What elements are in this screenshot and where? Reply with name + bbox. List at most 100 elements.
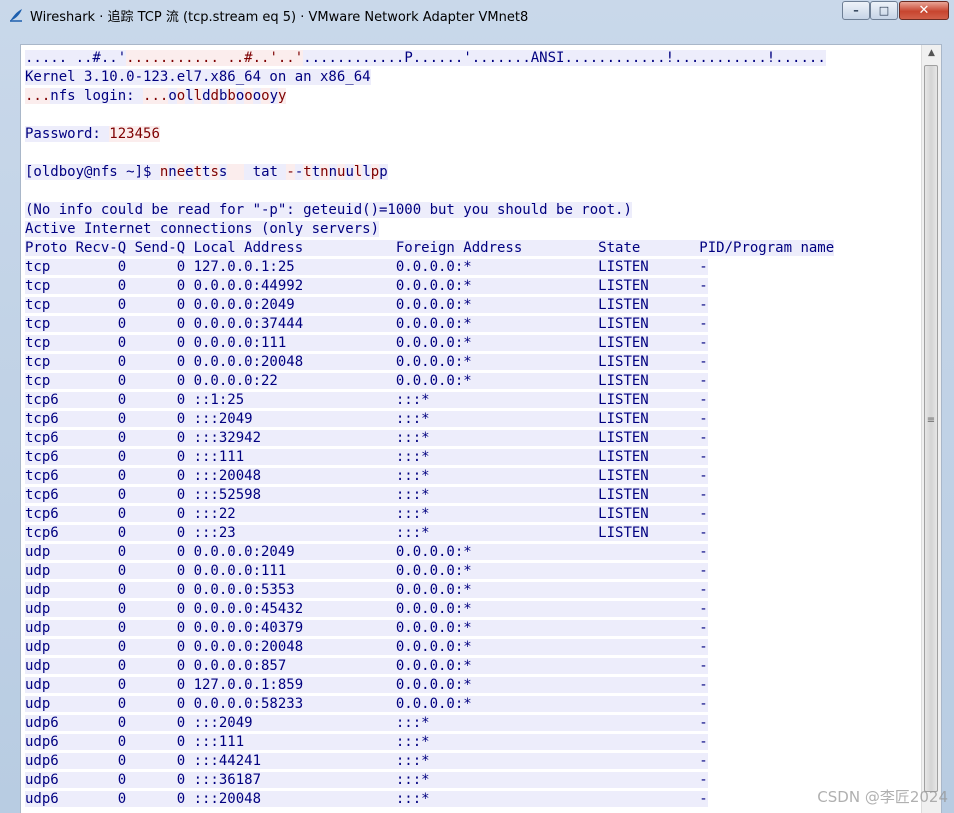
client-text: ... [143, 88, 169, 104]
client-text [227, 164, 245, 180]
client-text: o [261, 88, 270, 104]
stream-line: udp6 0 0 :::2049 :::* - [25, 714, 921, 733]
watermark: CSDN @李匠2024 [817, 788, 948, 806]
stream-line: udp 0 0 0.0.0.0:857 0.0.0.0:* - [25, 657, 921, 676]
client-text: o [244, 88, 253, 104]
server-text: udp 0 0 0.0.0.0:20048 0.0.0.0:* - [25, 639, 708, 655]
stream-line: tcp6 0 0 :::32942 :::* LISTEN - [25, 429, 921, 448]
title-bar[interactable]: Wireshark · 追踪 TCP 流 (tcp.stream eq 5) ·… [0, 0, 954, 30]
stream-line: tcp6 0 0 :::20048 :::* LISTEN - [25, 467, 921, 486]
stream-content-pane[interactable]: ..... ..#..'........... ..#..'..'.......… [20, 44, 942, 813]
server-text: udp 0 0 0.0.0.0:2049 0.0.0.0:* - [25, 544, 708, 560]
minimize-button[interactable]: – [842, 1, 870, 20]
stream-line: (No info could be read for "-p": geteuid… [25, 201, 921, 220]
stream-line: Password: 123456 [25, 125, 921, 144]
stream-line: tcp 0 0 0.0.0.0:20048 0.0.0.0:* LISTEN - [25, 353, 921, 372]
server-text: tcp6 0 0 :::23 :::* LISTEN - [25, 525, 708, 541]
server-text: tcp 0 0 0.0.0.0:44992 0.0.0.0:* LISTEN - [25, 278, 708, 294]
stream-line: tcp 0 0 0.0.0.0:37444 0.0.0.0:* LISTEN - [25, 315, 921, 334]
server-text: n [168, 164, 177, 180]
server-text: udp 0 0 0.0.0.0:857 0.0.0.0:* - [25, 658, 708, 674]
server-text: tcp 0 0 0.0.0.0:37444 0.0.0.0:* LISTEN - [25, 316, 708, 332]
server-text: Active Internet connections (only server… [25, 221, 380, 237]
close-button[interactable]: ✕ [899, 1, 949, 20]
stream-line: udp 0 0 0.0.0.0:20048 0.0.0.0:* - [25, 638, 921, 657]
client-text: - [286, 164, 295, 180]
server-text: tcp 0 0 0.0.0.0:111 0.0.0.0:* LISTEN - [25, 335, 708, 351]
server-text: e [185, 164, 194, 180]
stream-line: Kernel 3.10.0-123.el7.x86_64 on an x86_6… [25, 68, 921, 87]
client-text: p [370, 164, 380, 180]
stream-line: tcp 0 0 0.0.0.0:2049 0.0.0.0:* LISTEN - [25, 296, 921, 315]
stream-line: ..... ..#..'........... ..#..'..'.......… [25, 49, 921, 68]
server-text: tat [244, 164, 287, 180]
stream-line [25, 182, 921, 201]
server-text: Kernel 3.10.0-123.el7.x86_64 on an x86_6… [25, 69, 371, 85]
vertical-scrollbar[interactable]: ▲ ≡ [921, 45, 941, 813]
server-text: tcp6 0 0 ::1:25 :::* LISTEN - [25, 392, 708, 408]
server-text: udp 0 0 0.0.0.0:5353 0.0.0.0:* - [25, 582, 708, 598]
server-text: - [294, 164, 304, 180]
server-text: tcp 0 0 0.0.0.0:20048 0.0.0.0:* LISTEN - [25, 354, 708, 370]
server-text: Password: [25, 126, 110, 142]
server-text: tcp 0 0 127.0.0.1:25 0.0.0.0:* LISTEN - [25, 259, 708, 275]
stream-line: [oldboy@nfs ~]$ nneettss tat --ttnnuullp… [25, 163, 921, 182]
server-text: ............P......'.......ANSI.........… [303, 50, 826, 66]
client-text: t [193, 164, 203, 180]
client-text: o [176, 88, 186, 104]
stream-line [25, 106, 921, 125]
server-text: tcp6 0 0 :::52598 :::* LISTEN - [25, 487, 708, 503]
stream-line: tcp 0 0 0.0.0.0:111 0.0.0.0:* LISTEN - [25, 334, 921, 353]
stream-line: udp6 0 0 :::36187 :::* - [25, 771, 921, 790]
stream-line: tcp6 0 0 :::2049 :::* LISTEN - [25, 410, 921, 429]
wireshark-fin-icon [10, 9, 22, 22]
stream-line: ...nfs login: ...oollddbbooooyy [25, 87, 921, 106]
server-text: udp 0 0 0.0.0.0:45432 0.0.0.0:* - [25, 601, 708, 617]
server-text: tcp6 0 0 :::111 :::* LISTEN - [25, 449, 708, 465]
client-text: t [303, 164, 312, 180]
stream-line: udp6 0 0 :::44241 :::* - [25, 752, 921, 771]
stream-line [25, 809, 921, 813]
stream-line: udp 0 0 0.0.0.0:45432 0.0.0.0:* - [25, 600, 921, 619]
stream-line: udp 0 0 0.0.0.0:5353 0.0.0.0:* - [25, 581, 921, 600]
scroll-up-arrow-icon[interactable]: ▲ [922, 45, 941, 62]
stream-line: udp 0 0 0.0.0.0:2049 0.0.0.0:* - [25, 543, 921, 562]
scrollbar-grip-icon: ≡ [926, 415, 936, 426]
window-title: Wireshark · 追踪 TCP 流 (tcp.stream eq 5) ·… [30, 10, 529, 25]
wireshark-follow-stream-window: Wireshark · 追踪 TCP 流 (tcp.stream eq 5) ·… [0, 0, 954, 813]
close-icon: ✕ [918, 3, 930, 18]
stream-line: udp6 0 0 :::111 :::* - [25, 733, 921, 752]
server-text: nfs login: [50, 88, 144, 104]
client-text: y [278, 88, 287, 104]
client-text: b [227, 88, 236, 104]
server-text: ..... ..#..' [25, 50, 127, 66]
stream-line: udp 0 0 127.0.0.1:859 0.0.0.0:* - [25, 676, 921, 695]
client-text: ... [25, 88, 51, 104]
server-text: udp 0 0 127.0.0.1:859 0.0.0.0:* - [25, 677, 708, 693]
server-text: Proto Recv-Q Send-Q Local Address Foreig… [25, 240, 835, 256]
stream-line: udp 0 0 0.0.0.0:40379 0.0.0.0:* - [25, 619, 921, 638]
stream-line: udp 0 0 0.0.0.0:58233 0.0.0.0:* - [25, 695, 921, 714]
server-text: l [362, 164, 371, 180]
server-text: y [269, 88, 278, 104]
client-text: 123456 [109, 126, 160, 142]
server-text: n [328, 164, 337, 180]
maximize-button[interactable]: □ [870, 1, 898, 20]
client-text: e [176, 164, 186, 180]
stream-line: tcp6 0 0 ::1:25 :::* LISTEN - [25, 391, 921, 410]
server-text: [oldboy@nfs ~]$ [25, 164, 160, 180]
scrollbar-thumb[interactable]: ≡ [924, 65, 938, 792]
stream-text[interactable]: ..... ..#..'........... ..#..'..'.......… [25, 49, 921, 813]
server-text: u [345, 164, 354, 180]
client-text: d [210, 88, 219, 104]
stream-line: tcp 0 0 0.0.0.0:22 0.0.0.0:* LISTEN - [25, 372, 921, 391]
client-text: s [210, 164, 219, 180]
stream-line: tcp6 0 0 :::111 :::* LISTEN - [25, 448, 921, 467]
server-text: udp 0 0 0.0.0.0:40379 0.0.0.0:* - [25, 620, 708, 636]
maximize-icon: □ [878, 4, 890, 17]
server-text: tcp6 0 0 :::32942 :::* LISTEN - [25, 430, 708, 446]
server-text: tcp 0 0 0.0.0.0:2049 0.0.0.0:* LISTEN - [25, 297, 708, 313]
stream-line: tcp6 0 0 :::23 :::* LISTEN - [25, 524, 921, 543]
server-text: t [311, 164, 321, 180]
server-text: udp6 0 0 :::2049 :::* - [25, 715, 708, 731]
